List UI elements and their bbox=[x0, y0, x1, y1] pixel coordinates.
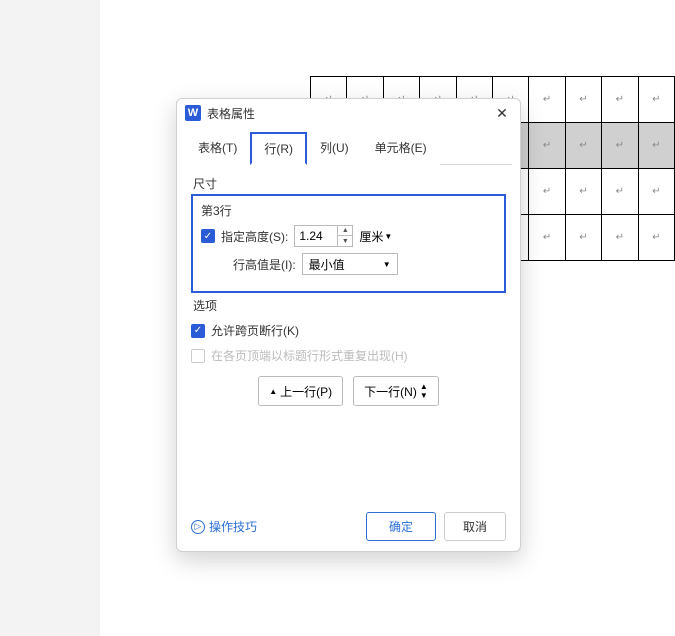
spinner-down-icon[interactable]: ▼ bbox=[338, 236, 352, 246]
table-cell: ↵ bbox=[529, 215, 565, 261]
tab-table[interactable]: 表格(T) bbox=[185, 132, 250, 165]
specify-height-label: 指定高度(S): bbox=[221, 228, 288, 245]
options-group: ✓ 允许跨页断行(K) ✓ 在各页顶端以标题行形式重复出现(H) bbox=[191, 322, 506, 364]
chevron-down-icon: ▼ bbox=[383, 260, 391, 269]
close-icon[interactable]: ✕ bbox=[492, 103, 512, 123]
table-cell: ↵ bbox=[602, 123, 638, 169]
table-properties-dialog: W 表格属性 ✕ 表格(T) 行(R) 列(U) 单元格(E) 尺寸 第3行 ✓… bbox=[176, 98, 521, 552]
row-height-is-label: 行高值是(I): bbox=[233, 256, 296, 273]
table-cell: ↵ bbox=[602, 77, 638, 123]
specify-height-row: ✓ 指定高度(S): ▲ ▼ 厘米 ▼ bbox=[201, 225, 496, 247]
row-number-label: 第3行 bbox=[201, 202, 496, 219]
unit-label: 厘米 bbox=[359, 228, 383, 245]
prev-row-button[interactable]: ▲ 上一行(P) bbox=[258, 376, 343, 406]
tips-label: 操作技巧 bbox=[209, 518, 257, 535]
up-down-icon: ▲▼ bbox=[420, 382, 428, 400]
cancel-button[interactable]: 取消 bbox=[444, 512, 506, 541]
dialog-title: 表格属性 bbox=[207, 105, 492, 122]
next-row-button[interactable]: 下一行(N) ▲▼ bbox=[353, 376, 439, 406]
specify-height-checkbox[interactable]: ✓ bbox=[201, 229, 215, 243]
dialog-footer: ▷ 操作技巧 确定 取消 bbox=[177, 502, 520, 551]
table-cell: ↵ bbox=[638, 215, 674, 261]
table-cell: ↵ bbox=[638, 77, 674, 123]
dialog-titlebar: W 表格属性 ✕ bbox=[177, 99, 520, 127]
tab-bar: 表格(T) 行(R) 列(U) 单元格(E) bbox=[177, 127, 520, 164]
height-input[interactable] bbox=[295, 226, 337, 246]
dialog-body: 尺寸 第3行 ✓ 指定高度(S): ▲ ▼ 厘米 ▼ 行 bbox=[177, 165, 520, 502]
table-cell: ↵ bbox=[565, 215, 601, 261]
allow-break-checkbox[interactable]: ✓ bbox=[191, 324, 205, 338]
spinner-up-icon[interactable]: ▲ bbox=[338, 226, 352, 236]
table-cell: ↵ bbox=[529, 77, 565, 123]
row-height-mode-select[interactable]: 最小值 ▼ bbox=[302, 253, 398, 275]
up-down-icon: ▲ bbox=[269, 387, 277, 396]
tab-row[interactable]: 行(R) bbox=[250, 132, 307, 165]
table-cell: ↵ bbox=[529, 123, 565, 169]
prev-row-label: 上一行(P) bbox=[280, 383, 332, 400]
options-section-label: 选项 bbox=[193, 297, 506, 314]
tab-cell[interactable]: 单元格(E) bbox=[362, 132, 440, 165]
table-cell: ↵ bbox=[565, 77, 601, 123]
table-cell: ↵ bbox=[638, 169, 674, 215]
tab-column[interactable]: 列(U) bbox=[307, 132, 362, 165]
height-spinner[interactable]: ▲ ▼ bbox=[294, 225, 353, 247]
play-icon: ▷ bbox=[191, 520, 205, 534]
next-row-label: 下一行(N) bbox=[364, 383, 417, 400]
tips-link[interactable]: ▷ 操作技巧 bbox=[191, 518, 358, 535]
row-nav-buttons: ▲ 上一行(P) 下一行(N) ▲▼ bbox=[191, 376, 506, 406]
chevron-down-icon: ▼ bbox=[384, 232, 392, 241]
allow-break-label: 允许跨页断行(K) bbox=[211, 322, 299, 339]
table-cell: ↵ bbox=[638, 123, 674, 169]
row-height-mode-value: 最小值 bbox=[309, 256, 345, 273]
table-cell: ↵ bbox=[565, 169, 601, 215]
table-cell: ↵ bbox=[602, 215, 638, 261]
table-cell: ↵ bbox=[602, 169, 638, 215]
table-cell: ↵ bbox=[529, 169, 565, 215]
highlighted-size-box: 第3行 ✓ 指定高度(S): ▲ ▼ 厘米 ▼ 行高值是(I): bbox=[191, 194, 506, 293]
ok-button[interactable]: 确定 bbox=[366, 512, 436, 541]
repeat-header-label: 在各页顶端以标题行形式重复出现(H) bbox=[211, 347, 408, 364]
repeat-header-checkbox: ✓ bbox=[191, 349, 205, 363]
size-section-label: 尺寸 bbox=[193, 175, 506, 192]
height-unit[interactable]: 厘米 ▼ bbox=[359, 228, 392, 245]
app-icon: W bbox=[185, 105, 201, 121]
table-cell: ↵ bbox=[565, 123, 601, 169]
row-height-is-row: 行高值是(I): 最小值 ▼ bbox=[201, 253, 496, 275]
